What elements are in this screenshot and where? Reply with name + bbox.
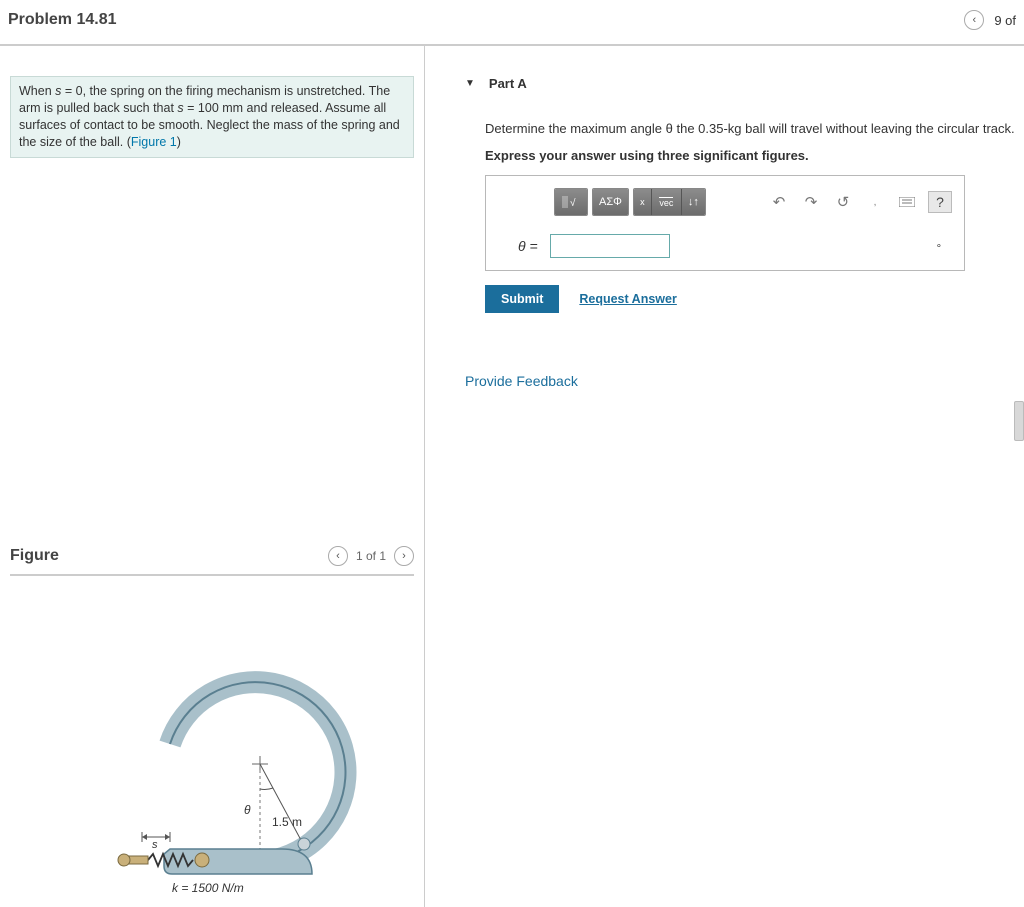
right-column: ▼ Part A Determine the maximum angle θ t…	[425, 46, 1024, 907]
submit-button[interactable]: Submit	[485, 285, 559, 313]
scrollbar-thumb[interactable]	[1014, 401, 1024, 441]
answer-panel: √ ΑΣΦ x vec ↓↑ ↶ ↷ ↺	[485, 175, 965, 271]
figure-nav: ‹ 1 of 1 ›	[328, 546, 414, 566]
nav-right: ‹ 9 of	[964, 10, 1016, 30]
submit-row: Submit Request Answer	[485, 285, 1016, 313]
page-header: Problem 14.81 ‹ 9 of	[0, 0, 1024, 46]
figure-body: θ 1.5 m	[10, 594, 414, 897]
figure-svg: θ 1.5 m	[112, 594, 372, 894]
keyboard-button[interactable]	[896, 191, 918, 213]
radius-label: 1.5 m	[272, 815, 302, 829]
theta-equals: θ =	[518, 238, 538, 254]
sigfig-instruction: Express your answer using three signific…	[485, 148, 1016, 163]
reset-button[interactable]: ↺	[832, 191, 854, 213]
superscript-button[interactable]: x	[634, 189, 652, 215]
unit-degree: ∘	[936, 241, 942, 252]
provide-feedback-link[interactable]: Provide Feedback	[465, 373, 578, 389]
answer-row: θ = ∘	[518, 234, 952, 258]
part-instruction: Determine the maximum angle θ the 0.35-k…	[485, 121, 1016, 136]
figure-counter: 1 of 1	[356, 549, 386, 563]
left-column: When s = 0, the spring on the firing mec…	[0, 46, 425, 907]
redo-button[interactable]: ↷	[800, 191, 822, 213]
text: When	[19, 84, 55, 98]
undo-button[interactable]: ↶	[768, 191, 790, 213]
k-label: k = 1500 N/m	[172, 881, 244, 894]
problem-statement: When s = 0, the spring on the firing mec…	[10, 76, 414, 158]
answer-input[interactable]	[550, 234, 670, 258]
updown-button[interactable]: ↓↑	[682, 189, 705, 215]
theta-label: θ	[244, 803, 251, 817]
text: )	[177, 135, 181, 149]
problem-title: Problem 14.81	[8, 11, 117, 29]
figure-header: Figure ‹ 1 of 1 ›	[10, 538, 414, 576]
part-a-header: ▼ Part A	[465, 76, 1016, 91]
problem-counter: 9 of	[994, 13, 1016, 28]
part-title: Part A	[489, 76, 527, 91]
figure-link[interactable]: Figure 1	[131, 135, 177, 149]
figure-next-button[interactable]: ›	[394, 546, 414, 566]
part-collapse-icon[interactable]: ▼	[465, 78, 475, 89]
prev-problem-button[interactable]: ‹	[964, 10, 984, 30]
s-label: s	[152, 839, 158, 851]
special-char-button[interactable]: ,	[864, 191, 886, 213]
greek-button[interactable]: ΑΣΦ	[593, 189, 628, 215]
equation-toolbar: √ ΑΣΦ x vec ↓↑ ↶ ↷ ↺	[554, 188, 952, 216]
svg-text:√: √	[570, 197, 576, 209]
figure-heading: Figure	[10, 547, 59, 565]
figure-prev-button[interactable]: ‹	[328, 546, 348, 566]
request-answer-link[interactable]: Request Answer	[579, 292, 676, 306]
vec-button[interactable]: vec	[652, 189, 682, 215]
help-button[interactable]: ?	[928, 191, 952, 213]
content: When s = 0, the spring on the firing mec…	[0, 46, 1024, 907]
figure-section: Figure ‹ 1 of 1 ›	[10, 538, 414, 897]
template-button[interactable]: √	[555, 189, 587, 215]
